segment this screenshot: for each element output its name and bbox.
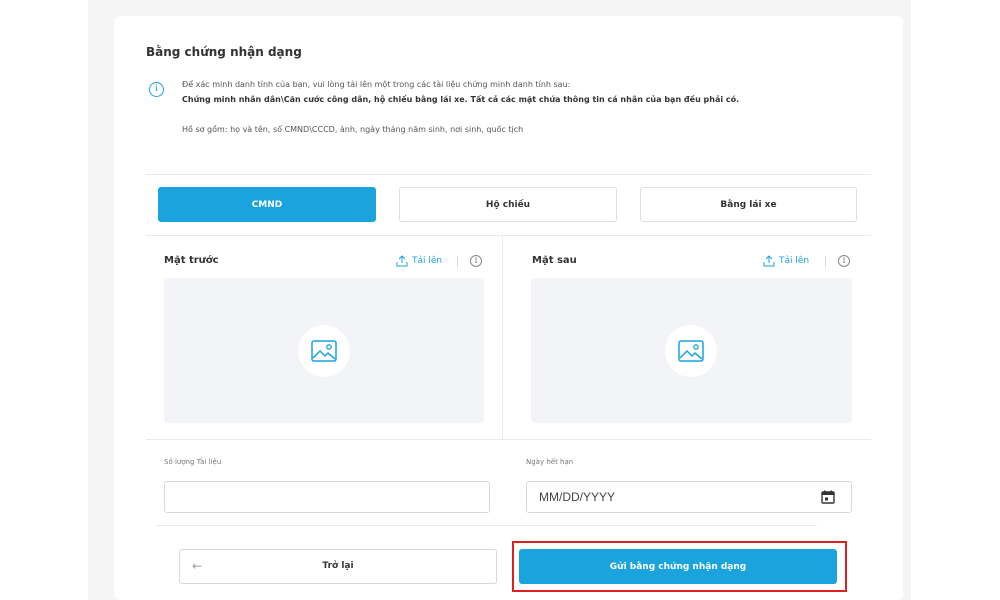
image-icon [311, 340, 337, 362]
back-upload-button[interactable]: Tải lên [763, 255, 809, 267]
front-info-icon[interactable]: i [470, 255, 482, 267]
front-side-title: Mặt trước [164, 255, 219, 266]
back-info-icon[interactable]: i [838, 255, 850, 267]
upload-icon [763, 255, 775, 267]
back-dropzone[interactable] [531, 278, 852, 423]
back-button-label: Trở lại [322, 561, 354, 571]
calendar-icon[interactable] [821, 490, 835, 504]
info-icon: i [149, 82, 164, 97]
front-upload-button[interactable]: Tải lên [396, 255, 442, 267]
back-side-title: Mặt sau [532, 255, 577, 266]
back-image-placeholder [665, 325, 717, 377]
front-upload-label: Tải lên [412, 256, 443, 266]
tab-cmnd[interactable]: CMND [158, 187, 376, 222]
front-dropzone[interactable] [164, 278, 484, 423]
tab-ho-chieu[interactable]: Hộ chiếu [399, 187, 617, 222]
submit-identity-button[interactable]: Gửi bằng chứng nhận dạng [519, 549, 837, 584]
doc-count-input[interactable] [164, 481, 490, 513]
separator [457, 256, 458, 268]
upload-icon [396, 255, 408, 267]
divider [156, 525, 817, 526]
info-text-line3: Hồ sơ gồm: họ và tên, số CMND\CCCD, ảnh,… [182, 125, 524, 134]
info-text-line1: Để xác minh danh tính của bạn, vui lòng … [182, 80, 571, 89]
vertical-divider [502, 235, 503, 439]
section-title: Bằng chứng nhận dạng [146, 45, 302, 59]
separator [825, 256, 826, 268]
front-image-placeholder [298, 325, 350, 377]
expiry-date-placeholder: MM/DD/YYYY [539, 490, 616, 504]
tab-bang-lai-xe[interactable]: Bằng lái xe [640, 187, 857, 222]
image-icon [678, 340, 704, 362]
expiry-date-input[interactable]: MM/DD/YYYY [526, 481, 852, 513]
back-upload-label: Tải lên [779, 256, 810, 266]
info-text-line2: Chứng minh nhân dân\Căn cước công dân, h… [182, 95, 740, 104]
back-button[interactable]: ← Trở lại [179, 549, 497, 584]
expiry-date-label: Ngày hết hạn [526, 458, 574, 466]
divider [146, 174, 871, 175]
divider [146, 439, 871, 440]
divider [146, 235, 871, 236]
doc-count-label: Số lượng Tài liệu [164, 458, 222, 466]
